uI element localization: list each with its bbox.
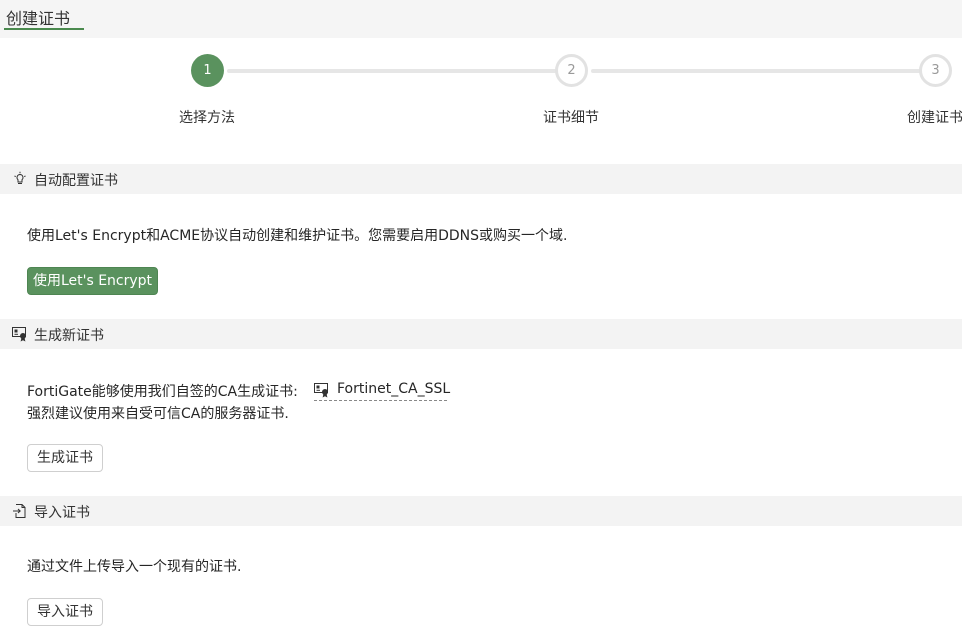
auto-description: 使用Let's Encrypt和ACME协议自动创建和维护证书。您需要启用DDN… [27,228,568,244]
section-header-auto: 自动配置证书 [0,164,962,194]
section-header-generate: 生成新证书 [0,319,962,349]
step-2-label: 证书细节 [543,110,599,126]
certificate-icon [314,383,328,398]
import-icon [13,504,26,518]
stepper: 1 2 3 选择方法 证书细节 创建证书 [0,38,962,164]
title-underline [4,28,84,30]
ca-certificate-link[interactable]: Fortinet_CA_SSL [314,380,451,401]
section-title-auto: 自动配置证书 [34,173,118,189]
generate-description-line2: 强烈建议使用来自受可信CA的服务器证书. [27,406,289,422]
step-connector-1-2 [227,69,557,73]
step-connector-2-3 [591,69,921,73]
section-title-generate: 生成新证书 [34,328,104,344]
step-2-circle: 2 [555,54,588,87]
step-3-label: 创建证书 [907,110,962,126]
page-title: 创建证书 [6,9,71,28]
step-3-circle: 3 [919,54,952,87]
section-header-import: 导入证书 [0,496,962,526]
step-1-circle: 1 [191,54,224,87]
section-title-import: 导入证书 [34,505,90,521]
generate-description: FortiGate能够使用我们自签的CA生成证书: [27,384,298,400]
import-certificate-button[interactable]: 导入证书 [27,598,103,626]
import-description: 通过文件上传导入一个现有的证书. [27,559,242,575]
generate-certificate-button[interactable]: 生成证书 [27,444,103,472]
step-1-label: 选择方法 [179,110,235,126]
use-letsencrypt-button[interactable]: 使用Let's Encrypt [27,267,158,295]
top-bar: 创建证书 [0,0,962,38]
certificate-icon [12,327,26,342]
bulb-icon [14,171,26,184]
ca-name: Fortinet_CA_SSL [337,381,451,397]
